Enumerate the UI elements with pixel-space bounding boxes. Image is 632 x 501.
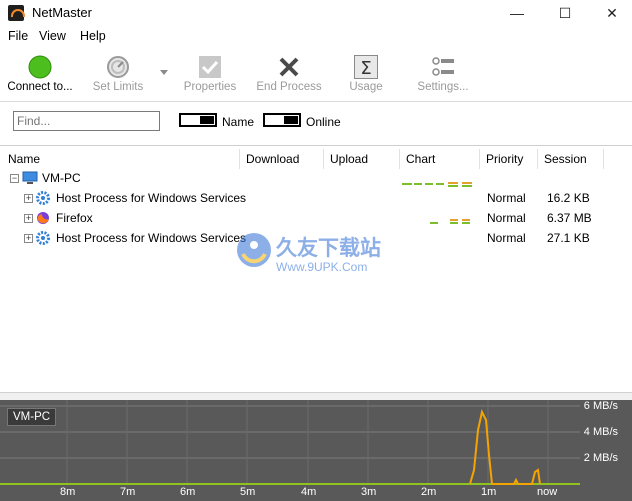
green-circle-icon — [28, 55, 52, 79]
menu-help[interactable]: Help — [80, 29, 106, 43]
checkmark-icon — [199, 56, 221, 78]
properties-button[interactable]: Properties — [180, 47, 240, 101]
column-header-session[interactable]: Session — [538, 149, 604, 169]
y-axis-label: 2 MB/s — [583, 452, 618, 464]
settings-label: Settings... — [417, 81, 469, 93]
collapse-icon[interactable]: − — [10, 174, 19, 183]
computer-icon — [22, 171, 38, 184]
x-axis-label: 4m — [301, 486, 317, 498]
usage-button[interactable]: Σ Usage — [340, 47, 392, 101]
column-header-chart[interactable]: Chart — [400, 149, 480, 169]
firefox-mini-chart — [430, 219, 470, 224]
filter-bar: Name Online — [0, 102, 632, 146]
end-process-label: End Process — [256, 81, 322, 93]
gear-icon — [36, 231, 50, 245]
x-axis-label: 2m — [421, 486, 437, 498]
set-limits-label: Set Limits — [92, 81, 144, 93]
find-input[interactable] — [13, 111, 160, 131]
x-axis-label: 6m — [180, 486, 196, 498]
process-priority: Normal — [487, 211, 526, 225]
process-session: 27.1 KB — [547, 231, 590, 245]
window-title: NetMaster — [32, 5, 92, 20]
firefox-icon — [37, 212, 49, 224]
menu-bar: File View Help — [0, 26, 632, 47]
x-axis-label: now — [537, 486, 558, 498]
x-icon — [279, 57, 299, 77]
title-bar: NetMaster — ☐ ✕ — [0, 0, 632, 26]
connect-button[interactable]: Connect to... — [4, 47, 76, 101]
y-axis-label: 6 MB/s — [583, 400, 618, 412]
x-axis-label: 8m — [60, 486, 76, 498]
app-logo-icon — [8, 5, 25, 21]
download-series-line — [469, 409, 541, 485]
set-limits-button[interactable]: Set Limits — [88, 47, 148, 101]
tree-row-process[interactable]: + Host Process for Windows Services Norm… — [0, 188, 632, 208]
tree-row-root[interactable]: − VM-PC — [0, 168, 632, 188]
process-session: 16.2 KB — [547, 191, 590, 205]
column-header-download[interactable]: Download — [240, 149, 324, 169]
expand-icon[interactable]: + — [24, 214, 33, 223]
root-name: VM-PC — [42, 171, 81, 185]
process-session: 6.37 MB — [547, 211, 592, 225]
set-limits-dropdown[interactable] — [157, 47, 171, 101]
name-toggle[interactable] — [179, 113, 217, 127]
settings-list-icon — [432, 57, 454, 76]
menu-view[interactable]: View — [39, 29, 66, 43]
x-axis-label: 3m — [361, 486, 377, 498]
sigma-icon: Σ — [354, 55, 378, 79]
properties-label: Properties — [183, 81, 237, 93]
online-toggle[interactable] — [263, 113, 301, 127]
column-header-priority[interactable]: Priority — [480, 149, 538, 169]
connect-label: Connect to... — [7, 81, 73, 93]
process-name: Host Process for Windows Services — [56, 231, 247, 245]
close-button[interactable]: ✕ — [589, 0, 632, 26]
x-axis-label: 7m — [120, 486, 136, 498]
name-toggle-label: Name — [222, 115, 255, 129]
column-header-name[interactable]: Name — [0, 149, 240, 169]
maximize-button[interactable]: ☐ — [542, 0, 588, 26]
process-priority: Normal — [487, 231, 526, 245]
tree-row-process[interactable]: + Firefox Normal 6.37 MB — [0, 208, 632, 228]
online-toggle-label: Online — [306, 115, 341, 129]
gear-icon — [36, 191, 50, 205]
root-mini-chart — [402, 182, 472, 187]
column-header-upload[interactable]: Upload — [324, 149, 400, 169]
end-process-button[interactable]: End Process — [256, 47, 322, 101]
toolbar: Connect to... Set Limits Properties End … — [0, 47, 632, 102]
process-priority: Normal — [487, 191, 526, 205]
graph-host-label: VM-PC — [7, 408, 57, 426]
menu-file[interactable]: File — [8, 29, 28, 43]
process-name: Firefox — [56, 211, 93, 225]
process-grid: Name Download Upload Chart Priority Sess… — [0, 146, 632, 392]
tree-row-process[interactable]: + Host Process for Windows Services Norm… — [0, 228, 632, 248]
expand-icon[interactable]: + — [24, 234, 33, 243]
gauge-icon — [107, 56, 129, 78]
y-axis-label: 4 MB/s — [583, 426, 618, 438]
svg-text:Σ: Σ — [360, 58, 371, 79]
minimize-button[interactable]: — — [494, 0, 540, 26]
expand-icon[interactable]: + — [24, 194, 33, 203]
x-axis-label: 1m — [481, 486, 497, 498]
chevron-down-icon — [160, 70, 168, 75]
settings-button[interactable]: Settings... — [412, 47, 474, 101]
process-name: Host Process for Windows Services — [56, 191, 247, 205]
x-axis-label: 5m — [240, 486, 256, 498]
usage-label: Usage — [349, 81, 383, 93]
